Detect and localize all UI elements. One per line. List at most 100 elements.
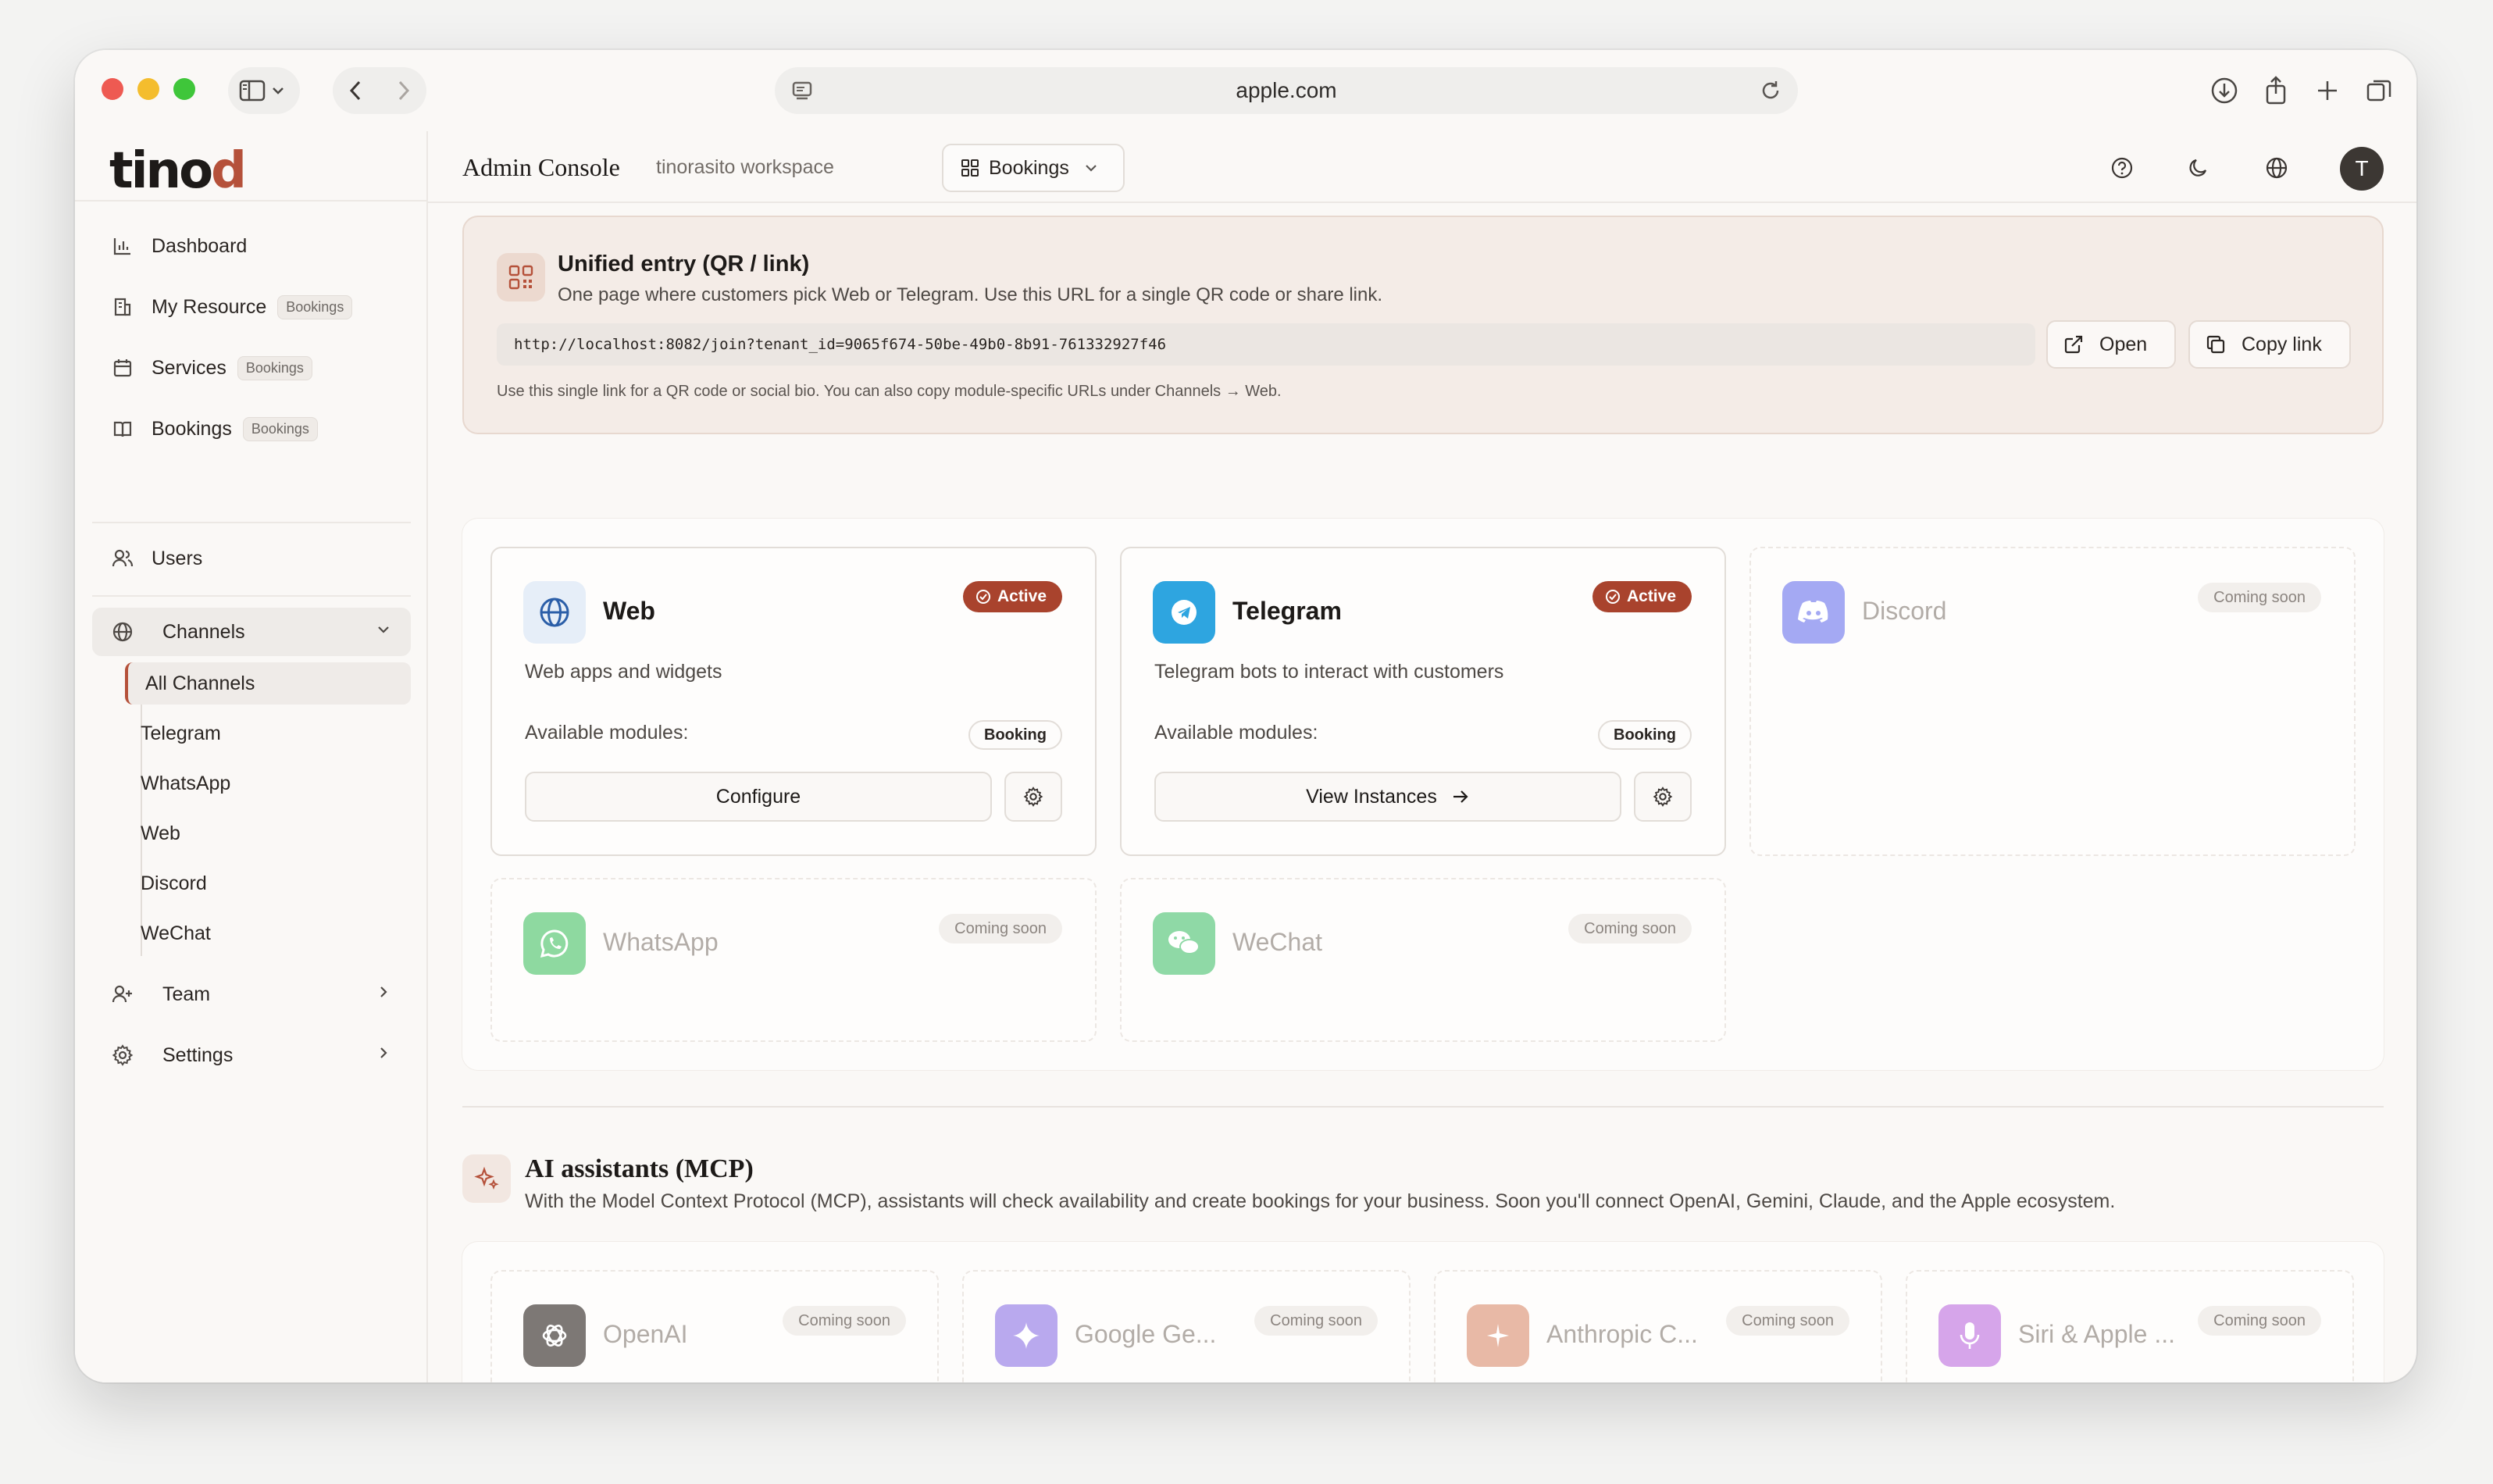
reload-icon[interactable] [1759, 78, 1782, 107]
bar-chart-icon [111, 234, 134, 258]
minimize-window-button[interactable] [137, 78, 159, 100]
ai-section-title: AI assistants (MCP) [525, 1154, 754, 1183]
copy-link-button[interactable]: Copy link [2188, 320, 2351, 369]
avatar[interactable]: T [2340, 147, 2384, 191]
open-link-button[interactable]: Open [2046, 320, 2176, 369]
channel-name: Web [603, 597, 655, 625]
subnav-web[interactable]: Web [125, 812, 411, 854]
share-icon[interactable] [2259, 73, 2293, 108]
status-badge: Active [962, 581, 1062, 612]
sidebar-item-label: Settings [162, 1043, 234, 1066]
subnav-all-channels[interactable]: All Channels [125, 662, 411, 705]
ai-name: Siri & Apple ... [2018, 1320, 2175, 1348]
gear-icon [1023, 787, 1043, 807]
subnav-discord[interactable]: Discord [125, 862, 411, 904]
grid-icon [961, 159, 979, 177]
whatsapp-icon [523, 912, 586, 975]
module-label: Bookings [989, 156, 1069, 179]
gemini-sparkle-icon [995, 1304, 1057, 1367]
web-settings-button[interactable] [1004, 772, 1062, 822]
sidebar-item-dashboard[interactable]: Dashboard [92, 222, 411, 270]
new-tab-icon[interactable] [2310, 73, 2345, 108]
back-arrow-icon[interactable] [333, 67, 380, 114]
channels-panel: Web Active Web apps and widgets Availabl… [462, 519, 2384, 1070]
logo-accent: d [211, 142, 247, 200]
sidebar-item-services[interactable]: Services Bookings [92, 344, 411, 392]
coming-soon-badge: Coming soon [2198, 1306, 2321, 1336]
channel-card-wechat: WeChat Coming soon [1120, 878, 1726, 1042]
page-title: Admin Console [462, 153, 620, 181]
sidebar-item-team[interactable]: Team [92, 970, 411, 1018]
microphone-icon [1938, 1304, 2001, 1367]
sidebar-item-bookings[interactable]: Bookings Bookings [92, 405, 411, 453]
view-instances-label: View Instances [1306, 785, 1437, 808]
check-circle-icon [1605, 589, 1621, 605]
ai-name: Anthropic C... [1546, 1320, 1698, 1348]
anthropic-star-icon [1467, 1304, 1529, 1367]
moon-icon[interactable] [2181, 150, 2217, 186]
web-globe-icon [523, 581, 586, 644]
subnav-telegram[interactable]: Telegram [125, 712, 411, 754]
ai-name: Google Ge... [1075, 1320, 1217, 1348]
add-user-icon [111, 983, 134, 1006]
subnav-wechat[interactable]: WeChat [125, 912, 411, 954]
globe-icon [111, 620, 134, 644]
language-globe-icon[interactable] [2259, 150, 2295, 186]
forward-arrow-icon[interactable] [380, 67, 426, 114]
sidebar-item-label: Bookings [152, 417, 232, 440]
main-content: Unified entry (QR / link) One page where… [428, 203, 2416, 1382]
ai-card-anthropic: Anthropic C... Coming soon [1434, 1270, 1882, 1382]
tab-overview-icon[interactable] [2362, 73, 2396, 108]
sidebar-item-users[interactable]: Users [92, 534, 411, 583]
sidebar-item-channels[interactable]: Channels [92, 608, 411, 656]
logo-text: tino [109, 142, 213, 200]
chevron-right-icon [375, 983, 392, 1006]
channel-name: Discord [1862, 597, 1947, 625]
sidebar-item-my-resource[interactable]: My Resource Bookings [92, 283, 411, 331]
discord-icon [1782, 581, 1845, 644]
unified-entry-note: Use this single link for a QR code or so… [497, 383, 1282, 400]
sidebar-icon [239, 79, 270, 102]
module-pill: Booking [1598, 720, 1692, 750]
sidebar-item-label: Services [152, 356, 226, 379]
subnav-whatsapp[interactable]: WhatsApp [125, 762, 411, 804]
wechat-icon [1153, 912, 1215, 975]
open-label: Open [2099, 333, 2148, 355]
unified-entry-card: Unified entry (QR / link) One page where… [462, 216, 2384, 434]
app-header: Admin Console tinorasito workspace Booki… [428, 131, 2416, 203]
view-instances-button[interactable]: View Instances [1154, 772, 1621, 822]
sidebar-divider [75, 200, 428, 202]
sidebar-toggle-button[interactable] [228, 67, 300, 114]
coming-soon-badge: Coming soon [2198, 583, 2321, 612]
configure-button[interactable]: Configure [525, 772, 992, 822]
ai-name: OpenAI [603, 1320, 688, 1348]
telegram-settings-button[interactable] [1634, 772, 1692, 822]
status-label: Active [997, 587, 1047, 605]
chevron-down-icon [1083, 160, 1099, 176]
sidebar-item-settings[interactable]: Settings [92, 1031, 411, 1079]
ai-card-openai: OpenAI Coming soon [490, 1270, 939, 1382]
url-text: apple.com [1236, 78, 1337, 102]
arrow-right-icon [1451, 789, 1470, 804]
ai-card-google-gemini: Google Ge... Coming soon [962, 1270, 1411, 1382]
copy-link-label: Copy link [2242, 333, 2322, 355]
gear-icon [1653, 787, 1673, 807]
close-window-button[interactable] [102, 78, 123, 100]
zoom-window-button[interactable] [173, 78, 195, 100]
module-badge: Bookings [277, 294, 353, 319]
users-icon [111, 547, 134, 570]
browser-toolbar: apple.com [75, 50, 2416, 131]
sidebar-item-label: My Resource [152, 295, 267, 318]
sidebar-divider [92, 522, 411, 523]
sidebar-divider [92, 595, 411, 597]
building-icon [111, 295, 134, 319]
help-icon[interactable] [2104, 150, 2140, 186]
module-badge: Bookings [242, 416, 318, 441]
join-url-field[interactable]: http://localhost:8082/join?tenant_id=906… [497, 323, 2035, 366]
module-selector[interactable]: Bookings [942, 144, 1125, 192]
tino-logo[interactable]: tinod [109, 142, 247, 200]
downloads-icon[interactable] [2207, 73, 2242, 108]
history-nav [333, 67, 426, 114]
address-bar[interactable]: apple.com [775, 67, 1798, 114]
ai-assistants-panel: OpenAI Coming soon Google Ge... Coming s… [462, 1242, 2384, 1382]
